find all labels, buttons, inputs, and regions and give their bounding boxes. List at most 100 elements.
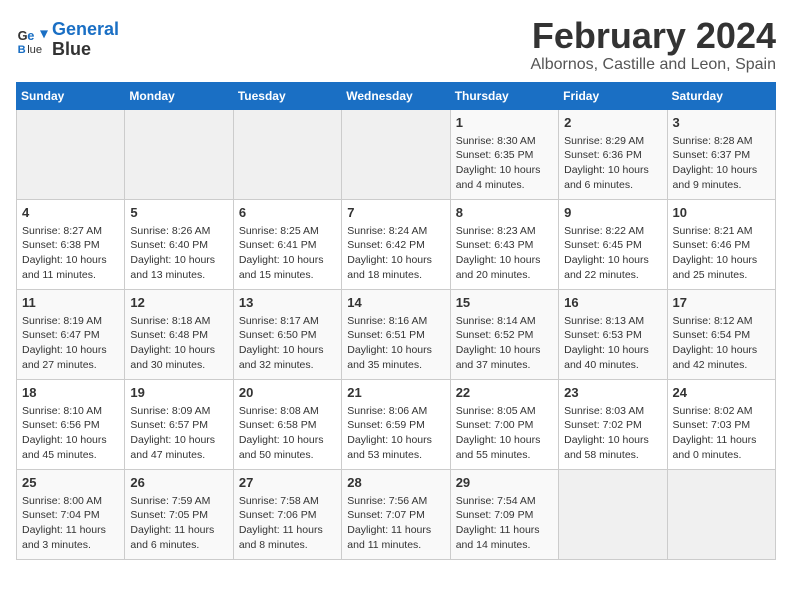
cell-text: and 58 minutes. bbox=[564, 448, 661, 463]
cell-text: Sunset: 6:37 PM bbox=[673, 148, 770, 163]
cell-text: and 0 minutes. bbox=[673, 448, 770, 463]
cell-text: Daylight: 10 hours bbox=[564, 343, 661, 358]
calendar-cell: 24 Sunrise: 8:02 AMSunset: 7:03 PMDayligh… bbox=[667, 379, 775, 469]
calendar-cell: 9Sunrise: 8:22 AMSunset: 6:45 PMDaylight… bbox=[559, 199, 667, 289]
cell-text: Sunrise: 8:18 AM bbox=[130, 314, 227, 329]
calendar-cell: 22Sunrise: 8:05 AMSunset: 7:00 PMDayligh… bbox=[450, 379, 558, 469]
svg-text:lue: lue bbox=[27, 44, 42, 56]
cell-text: Daylight: 10 hours bbox=[456, 163, 553, 178]
calendar-cell: 6Sunrise: 8:25 AMSunset: 6:41 PMDaylight… bbox=[233, 199, 341, 289]
cell-text: Sunrise: 8:08 AM bbox=[239, 404, 336, 419]
calendar-cell: 10Sunrise: 8:21 AMSunset: 6:46 PMDayligh… bbox=[667, 199, 775, 289]
cell-text: and 18 minutes. bbox=[347, 268, 444, 283]
cell-text: Daylight: 11 hours bbox=[239, 523, 336, 538]
day-number: 25 bbox=[22, 474, 119, 492]
cell-text: Sunrise: 8:29 AM bbox=[564, 134, 661, 149]
day-number: 7 bbox=[347, 204, 444, 222]
cell-text: and 11 minutes. bbox=[22, 268, 119, 283]
day-number: 12 bbox=[130, 294, 227, 312]
cell-text: Sunrise: 8:22 AM bbox=[564, 224, 661, 239]
cell-text: and 50 minutes. bbox=[239, 448, 336, 463]
day-number: 11 bbox=[22, 294, 119, 312]
cell-text: Sunrise: 8:02 AM bbox=[673, 404, 770, 419]
day-number: 3 bbox=[673, 114, 770, 132]
cell-text: Sunset: 6:36 PM bbox=[564, 148, 661, 163]
cell-text: Sunset: 6:45 PM bbox=[564, 238, 661, 253]
cell-text: and 4 minutes. bbox=[456, 178, 553, 193]
calendar-week-row: 18Sunrise: 8:10 AMSunset: 6:56 PMDayligh… bbox=[17, 379, 776, 469]
cell-text: Sunrise: 8:19 AM bbox=[22, 314, 119, 329]
cell-text: Sunrise: 8:26 AM bbox=[130, 224, 227, 239]
cell-text: and 53 minutes. bbox=[347, 448, 444, 463]
day-number: 5 bbox=[130, 204, 227, 222]
cell-text: Sunset: 6:52 PM bbox=[456, 328, 553, 343]
day-number: 17 bbox=[673, 294, 770, 312]
cell-text: Sunset: 7:09 PM bbox=[456, 508, 553, 523]
cell-text: Sunrise: 8:30 AM bbox=[456, 134, 553, 149]
calendar-cell: 5Sunrise: 8:26 AMSunset: 6:40 PMDaylight… bbox=[125, 199, 233, 289]
cell-text: Daylight: 11 hours bbox=[22, 523, 119, 538]
cell-text: Daylight: 10 hours bbox=[130, 433, 227, 448]
cell-text: Daylight: 11 hours bbox=[673, 433, 770, 448]
calendar-week-row: 4Sunrise: 8:27 AMSunset: 6:38 PMDaylight… bbox=[17, 199, 776, 289]
calendar-cell: 4Sunrise: 8:27 AMSunset: 6:38 PMDaylight… bbox=[17, 199, 125, 289]
cell-text: and 6 minutes. bbox=[564, 178, 661, 193]
calendar-cell: 21Sunrise: 8:06 AMSunset: 6:59 PMDayligh… bbox=[342, 379, 450, 469]
cell-text: Sunset: 7:03 PM bbox=[673, 418, 770, 433]
cell-text: Daylight: 10 hours bbox=[456, 343, 553, 358]
logo: G e B lue GeneralBlue bbox=[16, 20, 119, 60]
cell-text: and 25 minutes. bbox=[673, 268, 770, 283]
cell-text: Sunset: 6:54 PM bbox=[673, 328, 770, 343]
day-number: 21 bbox=[347, 384, 444, 402]
cell-text: Sunrise: 8:05 AM bbox=[456, 404, 553, 419]
cell-text: and 40 minutes. bbox=[564, 358, 661, 373]
cell-text: Daylight: 10 hours bbox=[130, 343, 227, 358]
day-number: 13 bbox=[239, 294, 336, 312]
day-number: 16 bbox=[564, 294, 661, 312]
cell-text: Sunrise: 8:06 AM bbox=[347, 404, 444, 419]
svg-text:B: B bbox=[18, 44, 26, 56]
cell-text: and 11 minutes. bbox=[347, 538, 444, 553]
cell-text: Sunrise: 8:23 AM bbox=[456, 224, 553, 239]
calendar-cell: 15Sunrise: 8:14 AMSunset: 6:52 PMDayligh… bbox=[450, 289, 558, 379]
day-number: 14 bbox=[347, 294, 444, 312]
calendar-cell: 28Sunrise: 7:56 AMSunset: 7:07 PMDayligh… bbox=[342, 469, 450, 559]
cell-text: Sunrise: 7:54 AM bbox=[456, 494, 553, 509]
cell-text: and 47 minutes. bbox=[130, 448, 227, 463]
cell-text: Daylight: 10 hours bbox=[564, 433, 661, 448]
day-number: 4 bbox=[22, 204, 119, 222]
day-number: 27 bbox=[239, 474, 336, 492]
cell-text: Daylight: 10 hours bbox=[673, 163, 770, 178]
cell-text: Sunrise: 8:03 AM bbox=[564, 404, 661, 419]
cell-text: Daylight: 10 hours bbox=[456, 253, 553, 268]
cell-text: Sunset: 6:46 PM bbox=[673, 238, 770, 253]
day-number: 26 bbox=[130, 474, 227, 492]
calendar-cell: 25Sunrise: 8:00 AMSunset: 7:04 PMDayligh… bbox=[17, 469, 125, 559]
calendar-week-row: 11Sunrise: 8:19 AMSunset: 6:47 PMDayligh… bbox=[17, 289, 776, 379]
calendar-cell: 29Sunrise: 7:54 AMSunset: 7:09 PMDayligh… bbox=[450, 469, 558, 559]
day-number: 20 bbox=[239, 384, 336, 402]
calendar-cell: 13Sunrise: 8:17 AMSunset: 6:50 PMDayligh… bbox=[233, 289, 341, 379]
cell-text: Sunrise: 8:28 AM bbox=[673, 134, 770, 149]
day-number: 28 bbox=[347, 474, 444, 492]
cell-text: and 37 minutes. bbox=[456, 358, 553, 373]
day-number: 6 bbox=[239, 204, 336, 222]
cell-text: and 20 minutes. bbox=[456, 268, 553, 283]
header-thursday: Thursday bbox=[450, 82, 558, 109]
header-friday: Friday bbox=[559, 82, 667, 109]
calendar-header-row: SundayMondayTuesdayWednesdayThursdayFrid… bbox=[17, 82, 776, 109]
cell-text: Sunset: 6:56 PM bbox=[22, 418, 119, 433]
cell-text: Daylight: 10 hours bbox=[673, 253, 770, 268]
header-saturday: Saturday bbox=[667, 82, 775, 109]
cell-text: Daylight: 10 hours bbox=[347, 433, 444, 448]
cell-text: Daylight: 11 hours bbox=[130, 523, 227, 538]
day-number: 24 bbox=[673, 384, 770, 402]
cell-text: Daylight: 10 hours bbox=[239, 253, 336, 268]
cell-text: Sunset: 6:48 PM bbox=[130, 328, 227, 343]
cell-text: Daylight: 10 hours bbox=[564, 253, 661, 268]
cell-text: Sunrise: 8:21 AM bbox=[673, 224, 770, 239]
month-title: February 2024 bbox=[531, 16, 777, 56]
calendar-cell: 2Sunrise: 8:29 AMSunset: 6:36 PMDaylight… bbox=[559, 109, 667, 199]
cell-text: Sunrise: 8:24 AM bbox=[347, 224, 444, 239]
cell-text: Daylight: 10 hours bbox=[456, 433, 553, 448]
